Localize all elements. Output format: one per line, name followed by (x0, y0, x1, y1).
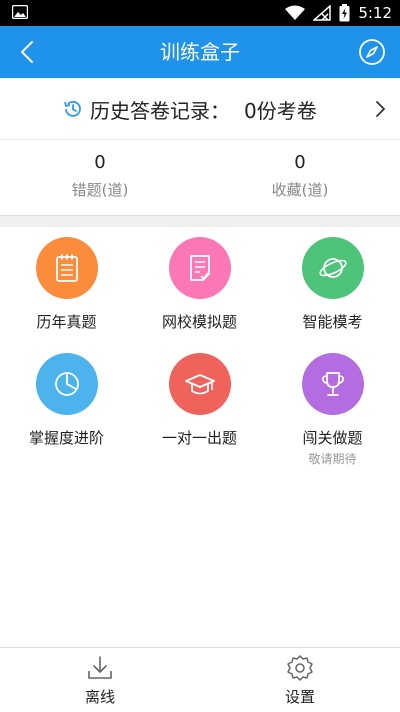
section-divider (0, 215, 400, 227)
tile-one-on-one-circle (169, 353, 231, 415)
history-clock-icon (64, 101, 81, 117)
tile-mock-exams-circle (169, 237, 231, 299)
trophy-icon (322, 372, 344, 396)
nav-settings-label: 设置 (284, 688, 315, 706)
history-record-row[interactable]: 历史答卷记录： 0份考卷 (0, 78, 400, 140)
settings-gear-icon (287, 655, 313, 681)
wrong-questions-count: 0 (94, 152, 106, 173)
image-notification-icon (12, 5, 28, 19)
no-signal-icon (313, 5, 332, 21)
favorites-count: 0 (294, 152, 306, 173)
tile-smart-exam-circle (302, 237, 364, 299)
tile-mastery-advance[interactable]: 掌握度进阶 (0, 343, 133, 463)
tile-level-challenge-subtitle: 敬请期待 (308, 452, 357, 466)
tile-past-exams-circle (36, 237, 98, 299)
pie-chart-icon (55, 372, 79, 396)
status-icons: 5:12 (285, 3, 392, 23)
app-bar: 训练盒子 (0, 26, 400, 78)
favorites-caption: 收藏(道) (271, 181, 329, 199)
tile-mastery-advance-label: 掌握度进阶 (28, 429, 104, 447)
history-count: 0份考卷 (244, 98, 317, 123)
tile-level-challenge-label: 闯关做题 (302, 429, 363, 447)
tile-smart-exam-label: 智能模考 (302, 313, 363, 331)
nav-settings[interactable]: 设置 (200, 648, 400, 712)
planet-icon (319, 258, 347, 278)
tile-level-challenge-circle (302, 353, 364, 415)
graduation-cap-icon (185, 374, 215, 395)
bottom-navigation: 离线 设置 (0, 647, 400, 711)
clock-time: 5:12 (358, 4, 392, 22)
tile-level-challenge[interactable]: 闯关做题 敬请期待 (266, 343, 399, 466)
page-title: 训练盒子 (160, 40, 240, 64)
checklist-icon (190, 255, 210, 281)
favorites-stat[interactable]: 0 收藏(道) (200, 140, 400, 215)
nav-offline-label: 离线 (84, 688, 115, 706)
history-label: 历史答卷记录： (90, 98, 230, 123)
status-bar: 5:12 (0, 0, 400, 26)
battery-charging-icon (339, 4, 350, 22)
feature-grid: 历年真题 网校模拟题 智能模考 掌握度进阶 一对一出题 闯关做题 敬请期待 (0, 227, 400, 647)
history-record-content: 历史答卷记录： 0份考卷 (62, 78, 317, 140)
tile-past-exams-label: 历年真题 (36, 313, 97, 331)
tile-mock-exams[interactable]: 网校模拟题 (133, 227, 266, 347)
tile-mock-exams-label: 网校模拟题 (161, 313, 237, 331)
wifi-icon (285, 5, 306, 20)
nav-offline[interactable]: 离线 (0, 648, 200, 712)
tile-mastery-advance-circle (36, 353, 98, 415)
notebook-icon (56, 254, 78, 282)
wrong-questions-stat[interactable]: 0 错题(道) (0, 140, 200, 215)
wrong-questions-caption: 错题(道) (71, 181, 129, 199)
chevron-right-icon (376, 101, 385, 117)
stats-panel: 0 错题(道) 0 收藏(道) (0, 140, 400, 215)
download-icon (88, 656, 112, 679)
tile-one-on-one-label: 一对一出题 (161, 429, 237, 447)
tile-smart-exam[interactable]: 智能模考 (266, 227, 399, 347)
tile-past-exams[interactable]: 历年真题 (0, 227, 133, 347)
tile-one-on-one[interactable]: 一对一出题 (133, 343, 266, 463)
compass-icon[interactable] (358, 38, 386, 66)
